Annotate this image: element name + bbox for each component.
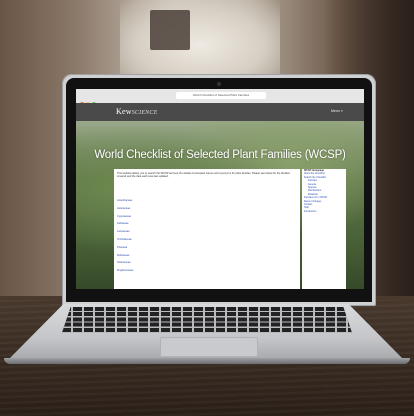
family-link[interactable]: Lamiaceae	[117, 230, 297, 233]
main-content: This website allows you to search the WC…	[114, 169, 300, 289]
sidebar-item-introduction[interactable]: Introduction	[302, 210, 346, 213]
family-link[interactable]: Cyperaceae	[117, 215, 297, 218]
family-link[interactable]: Poaceae	[117, 246, 297, 249]
intro-text: This website allows you to search the WC…	[117, 172, 290, 179]
family-link[interactable]: Rubiaceae	[117, 254, 297, 257]
family-link[interactable]: Zingiberaceae	[117, 269, 297, 272]
page-title: World Checklist of Selected Plant Famili…	[94, 149, 346, 161]
keyboard-rows	[62, 307, 352, 333]
logo-sub: SCIENCE	[131, 110, 158, 116]
laptop-front-edge	[4, 358, 410, 364]
family-link[interactable]: Fabaceae	[117, 222, 297, 225]
sidebar-nav: WCSP Homepage About the Checklist Search…	[302, 169, 346, 289]
family-link[interactable]: Orchidaceae	[117, 238, 297, 241]
address-bar[interactable]: World Checklist of Selected Plant Famili…	[176, 92, 266, 99]
laptop-screen: World Checklist of Selected Plant Famili…	[76, 89, 364, 289]
trackpad	[160, 337, 258, 357]
family-link-list: Acanthaceae Asteraceae Cyperaceae Fabace…	[117, 199, 297, 277]
camera-icon	[217, 82, 221, 86]
site-logo[interactable]: KewSCIENCE	[116, 107, 157, 116]
family-link[interactable]: Acanthaceae	[117, 199, 297, 202]
family-link[interactable]: Asteraceae	[117, 207, 297, 210]
background-picture-frame	[150, 10, 190, 50]
menu-button[interactable]: Menu ≡	[331, 109, 343, 113]
photo-scene: World Checklist of Selected Plant Famili…	[0, 0, 414, 416]
family-link[interactable]: Solanaceae	[117, 261, 297, 264]
logo-main: Kew	[116, 107, 132, 116]
browser-toolbar: World Checklist of Selected Plant Famili…	[76, 89, 364, 106]
